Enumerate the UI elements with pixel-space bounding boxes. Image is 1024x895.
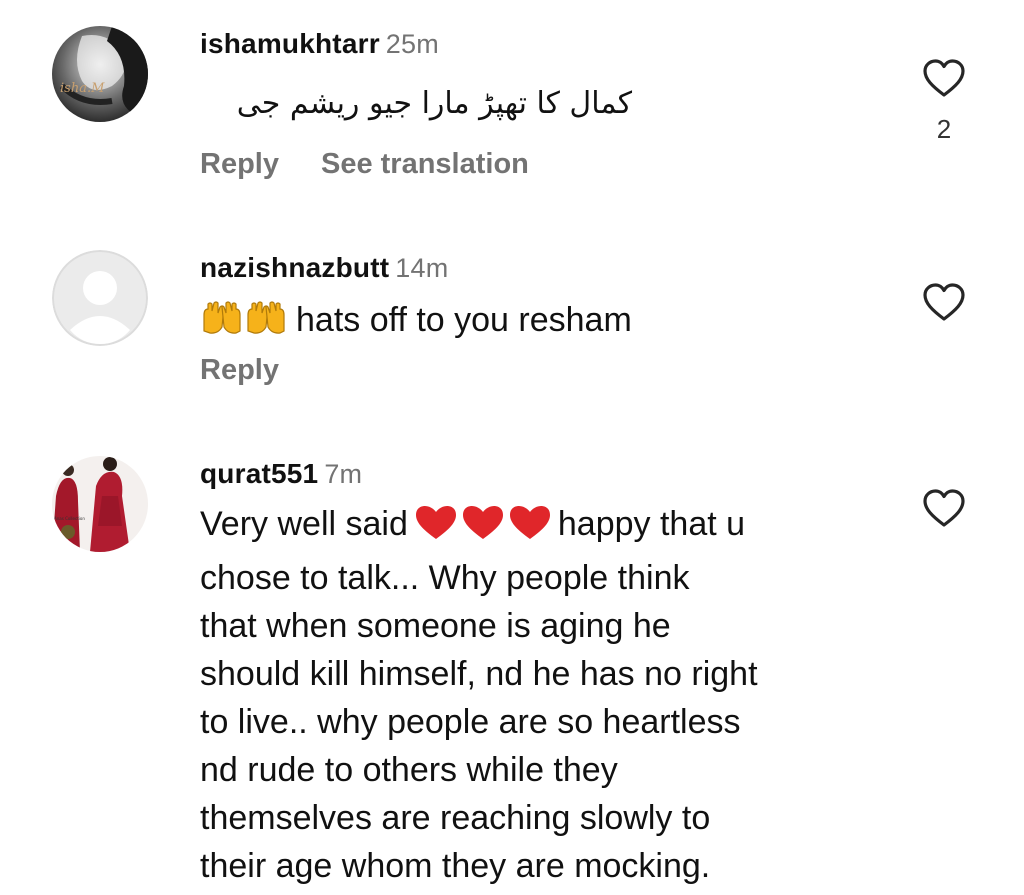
comment-text-content: hats off to you resham <box>296 301 632 339</box>
comment-line: to live.. why people are so heartless <box>200 703 741 741</box>
comment-time: 7m <box>324 459 363 489</box>
username-text[interactable]: nazishnazbutt <box>200 252 389 283</box>
comment-line: chose to talk... Why people think <box>200 559 690 597</box>
svg-text:isha.M: isha.M <box>60 81 105 96</box>
comment-actions: Reply <box>200 354 279 387</box>
comment-item: Anas Collection qurat551 7m Very well sai… <box>0 430 1024 895</box>
red-hearts-emoji <box>414 505 552 554</box>
comment-time: 25m <box>385 29 439 59</box>
like-heart-icon[interactable] <box>922 58 966 98</box>
comment-text: کمال کا تھپڑ مارا جیو ریشم جی <box>236 86 632 121</box>
see-translation-button[interactable]: See translation <box>321 148 529 180</box>
avatar[interactable] <box>52 250 148 346</box>
comment-line: nd rude to others while they <box>200 751 618 789</box>
svg-text:Anas Collection: Anas Collection <box>54 516 85 521</box>
comment-text: hats off to you resham <box>200 296 632 348</box>
comment-text: Very well said happy that u chose to tal… <box>200 500 758 890</box>
comment-username[interactable]: qurat551 7m <box>200 458 362 490</box>
comment-actions: Reply See translation <box>200 148 529 181</box>
comment-line: should kill himself, nd he has no right <box>200 655 758 693</box>
reply-button[interactable]: Reply <box>200 354 279 386</box>
comment-username[interactable]: ishamukhtarr 25m <box>200 28 439 60</box>
comment-line: Very well said happy that u <box>200 500 758 554</box>
like-heart-icon[interactable] <box>922 488 966 528</box>
comment-item: isha.M ishamukhtarr 25m کمال کا تھپڑ مارا… <box>0 0 1024 200</box>
comment-line: their age whom they are mocking. <box>200 847 711 885</box>
reply-button[interactable]: Reply <box>200 148 279 180</box>
comment-line: that when someone is aging he <box>200 607 671 645</box>
avatar[interactable]: isha.M <box>52 26 148 122</box>
like-count: 2 <box>936 114 952 144</box>
comment-username[interactable]: nazishnazbutt 14m <box>200 252 448 284</box>
comment-item: nazishnazbutt 14m hats off to you resham … <box>0 200 1024 430</box>
comment-line: themselves are reaching slowly to <box>200 799 711 837</box>
raising-hands-emoji <box>200 300 286 348</box>
username-text[interactable]: qurat551 <box>200 458 318 489</box>
username-text[interactable]: ishamukhtarr <box>200 28 380 59</box>
avatar[interactable]: Anas Collection <box>52 456 148 552</box>
like-heart-icon[interactable] <box>922 282 966 322</box>
comment-time: 14m <box>395 253 449 283</box>
